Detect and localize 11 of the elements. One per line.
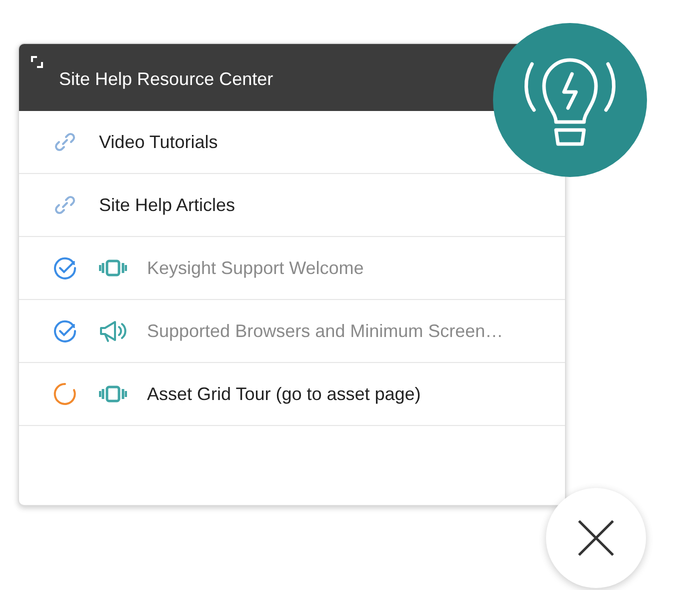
resource-link[interactable]: Asset Grid Tour (go to asset page)	[147, 380, 421, 408]
close-icon	[577, 519, 615, 557]
link-icon	[53, 193, 77, 217]
megaphone-icon	[99, 318, 127, 344]
link-icon	[53, 130, 77, 154]
video-frame-icon	[99, 384, 127, 404]
minimize-icon[interactable]	[31, 56, 43, 68]
panel-title: Site Help Resource Center	[59, 69, 274, 89]
resource-link[interactable]: Site Help Articles	[99, 192, 236, 218]
resource-link[interactable]: Video Tutorials	[99, 128, 218, 156]
video-frame-icon	[99, 258, 127, 278]
